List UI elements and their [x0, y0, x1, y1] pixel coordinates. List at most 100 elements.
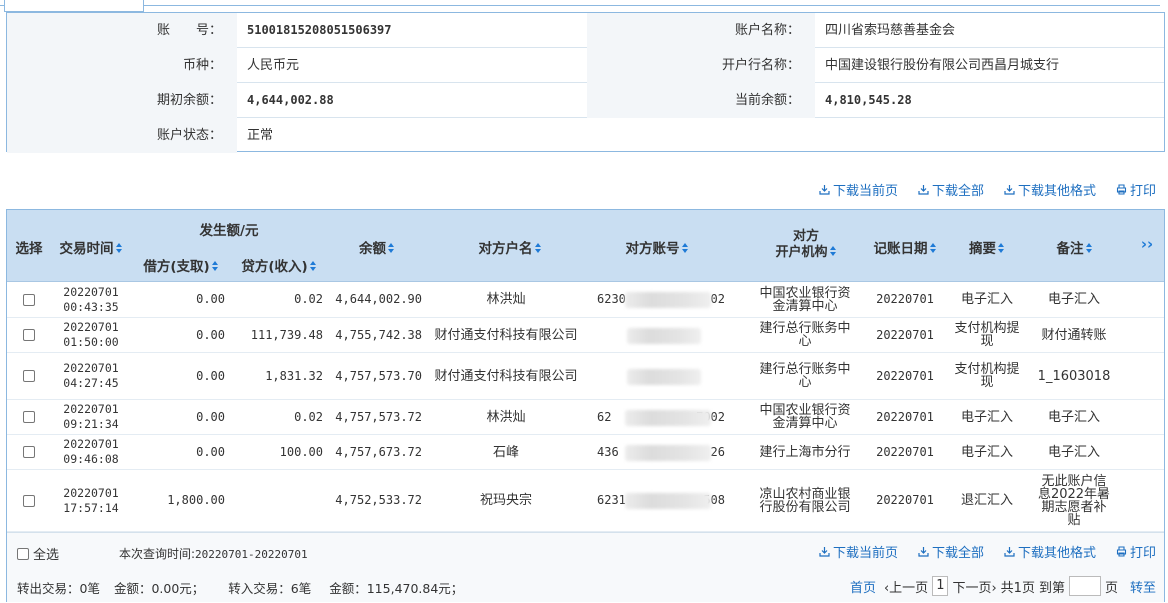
cell-counterparty-name: 石峰	[492, 444, 519, 460]
pager-go-button[interactable]: 转至	[1130, 577, 1156, 596]
download-current-button[interactable]: 下载当前页	[819, 542, 898, 561]
info-row-currency: 币种： 人民币元 开户行名称： 中国建设银行股份有限公司西昌月城支行	[7, 48, 1164, 83]
cell-remark: 电子汇入	[1047, 409, 1100, 425]
currency-value: 人民币元	[247, 58, 300, 73]
table-header: 选择 交易时间 发生额/元 借方(支取) 贷方(收入) 余额 对方户名 对方账号…	[7, 210, 1164, 282]
header-balance[interactable]: 余额	[337, 237, 417, 257]
cell-time: 20220701 04:27:45	[63, 361, 119, 390]
header-debit[interactable]: 借方(支取)	[135, 255, 227, 275]
cell-counterparty-name: 林洪灿	[486, 409, 526, 425]
cell-credit: 0.02	[294, 292, 323, 306]
pager-prev[interactable]: ‹上一页	[884, 577, 928, 596]
opening-balance-label: 期初余额：	[156, 93, 222, 108]
cell-debit: 0.00	[196, 292, 225, 306]
cell-debit: 0.00	[196, 327, 225, 342]
table-row[interactable]: 20220701 17:57:14 1,800.00 4,752,533.72 祝玛央宗…	[7, 470, 1164, 532]
pager-current[interactable]: 1	[932, 576, 949, 596]
header-post-date[interactable]: 记账日期	[865, 237, 945, 257]
pager-next[interactable]: 下一页›	[952, 577, 996, 596]
header-counterparty-org[interactable]: 对方 开户机构	[747, 229, 865, 261]
download-current-label: 下载当前页	[832, 184, 898, 199]
header-remark[interactable]: 备注	[1037, 237, 1112, 257]
row-checkbox[interactable]	[23, 329, 35, 341]
cell-counterparty-name: 祝玛央宗	[479, 493, 532, 508]
cell-debit: 1,800.00	[167, 493, 225, 507]
cell-credit: 111,739.48	[250, 327, 323, 342]
select-all-label: 全选	[33, 548, 60, 563]
table-row[interactable]: 20220701 09:21:34 0.00 0.02 4,757,573.72 林洪灿 6…	[7, 400, 1164, 435]
summary-stats: 转出交易：0笔 金额：0.00元； 转入交易：6笔 金额：115,470.84元…	[17, 578, 463, 597]
cell-summary: 支付机构提现	[954, 321, 1020, 349]
download-current-label: 下载当前页	[832, 546, 898, 561]
pager-goto-label: 到第	[1038, 580, 1065, 596]
row-checkbox[interactable]	[23, 494, 35, 507]
top-toolbar: 下载当前页 下载全部 下载其他格式 打印	[819, 180, 1156, 199]
select-all-checkbox[interactable]	[17, 547, 29, 560]
cell-balance: 4,757,673.72	[335, 444, 422, 459]
sort-icon	[211, 261, 219, 272]
header-credit[interactable]: 贷方(收入)	[232, 255, 326, 275]
cell-counterparty-org: 建行总行账务中心	[759, 321, 851, 349]
sort-icon	[534, 243, 542, 254]
cell-remark: 电子汇入	[1047, 444, 1100, 460]
table-row[interactable]: 20220701 04:27:45 0.00 1,831.32 4,757,573.70…	[7, 353, 1164, 400]
info-row-balance: 期初余额： 4,644,002.88 当前余额： 4,810,545.28	[7, 83, 1164, 118]
header-counterparty-account[interactable]: 对方账号	[587, 237, 727, 257]
download-all-button[interactable]: 下载全部	[918, 542, 984, 561]
pager-first[interactable]: 首页	[850, 577, 876, 596]
download-icon	[819, 546, 830, 557]
pager-page-unit: 页	[1104, 580, 1118, 596]
row-checkbox[interactable]	[23, 446, 35, 458]
account-status-value: 正常	[247, 128, 274, 143]
pager-total: 共1页	[1000, 580, 1035, 596]
printer-icon	[1116, 546, 1127, 557]
row-checkbox[interactable]	[23, 370, 35, 382]
header-counterparty-name[interactable]: 对方户名	[435, 237, 585, 257]
download-icon	[918, 184, 929, 195]
table-row[interactable]: 20220701 01:50:00 0.00 111,739.48 4,755,742.…	[7, 318, 1164, 353]
sort-icon	[929, 243, 937, 254]
more-columns-icon[interactable]: ››	[1127, 235, 1167, 253]
row-checkbox[interactable]	[23, 411, 35, 423]
download-all-label: 下载全部	[931, 184, 984, 199]
in-tx-amount: 金额：115,470.84元；	[329, 581, 464, 596]
sort-icon	[309, 261, 317, 272]
cell-counterparty-org: 建行上海市分行	[759, 444, 851, 460]
masked-account	[627, 368, 701, 385]
table-row[interactable]: 20220701 00:43:35 0.00 0.02 4,644,002.90 林洪灿 6…	[7, 282, 1164, 318]
table-row[interactable]: 20220701 09:46:08 0.00 100.00 4,757,673.72 石峰…	[7, 435, 1164, 470]
header-summary[interactable]: 摘要	[957, 237, 1017, 257]
download-icon	[819, 184, 830, 195]
cell-debit: 0.00	[196, 368, 225, 383]
bank-label: 开户行名称：	[721, 58, 800, 73]
print-button[interactable]: 打印	[1116, 542, 1156, 561]
select-all[interactable]: 全选	[17, 544, 59, 563]
cell-remark: 财付通转账	[1041, 327, 1107, 343]
download-all-button[interactable]: 下载全部	[918, 180, 984, 199]
cell-counterparty-name: 林洪灿	[486, 292, 526, 307]
cell-remark: 电子汇入	[1047, 292, 1100, 307]
cell-balance: 4,752,533.72	[335, 493, 422, 507]
cell-summary: 电子汇入	[960, 409, 1013, 425]
download-other-button[interactable]: 下载其他格式	[1004, 180, 1096, 199]
cell-remark: 无此账户信息2022年暑期志愿者补贴	[1037, 473, 1111, 528]
print-button[interactable]: 打印	[1116, 180, 1156, 199]
bottom-toolbar: 下载当前页 下载全部 下载其他格式 打印	[819, 542, 1156, 561]
cell-post-date: 20220701	[876, 292, 934, 306]
pager-goto-input[interactable]	[1068, 576, 1101, 596]
masked-account	[627, 327, 701, 344]
masked-account	[625, 444, 711, 461]
header-amount-group: 发生额/元	[199, 223, 259, 239]
tab-active[interactable]	[4, 0, 144, 12]
opening-balance-value: 4,644,002.88	[247, 93, 334, 107]
download-icon	[918, 546, 929, 557]
header-time[interactable]: 交易时间	[52, 237, 130, 257]
tab-strip	[0, 0, 1168, 12]
cell-time: 20220701 09:21:34	[63, 402, 119, 431]
row-checkbox[interactable]	[23, 293, 35, 306]
download-current-button[interactable]: 下载当前页	[819, 180, 898, 199]
account-no-label: 账 号：	[156, 23, 222, 38]
download-other-button[interactable]: 下载其他格式	[1004, 542, 1096, 561]
cell-summary: 退汇汇入	[960, 493, 1013, 508]
cell-time: 20220701 01:50:00	[63, 320, 119, 349]
